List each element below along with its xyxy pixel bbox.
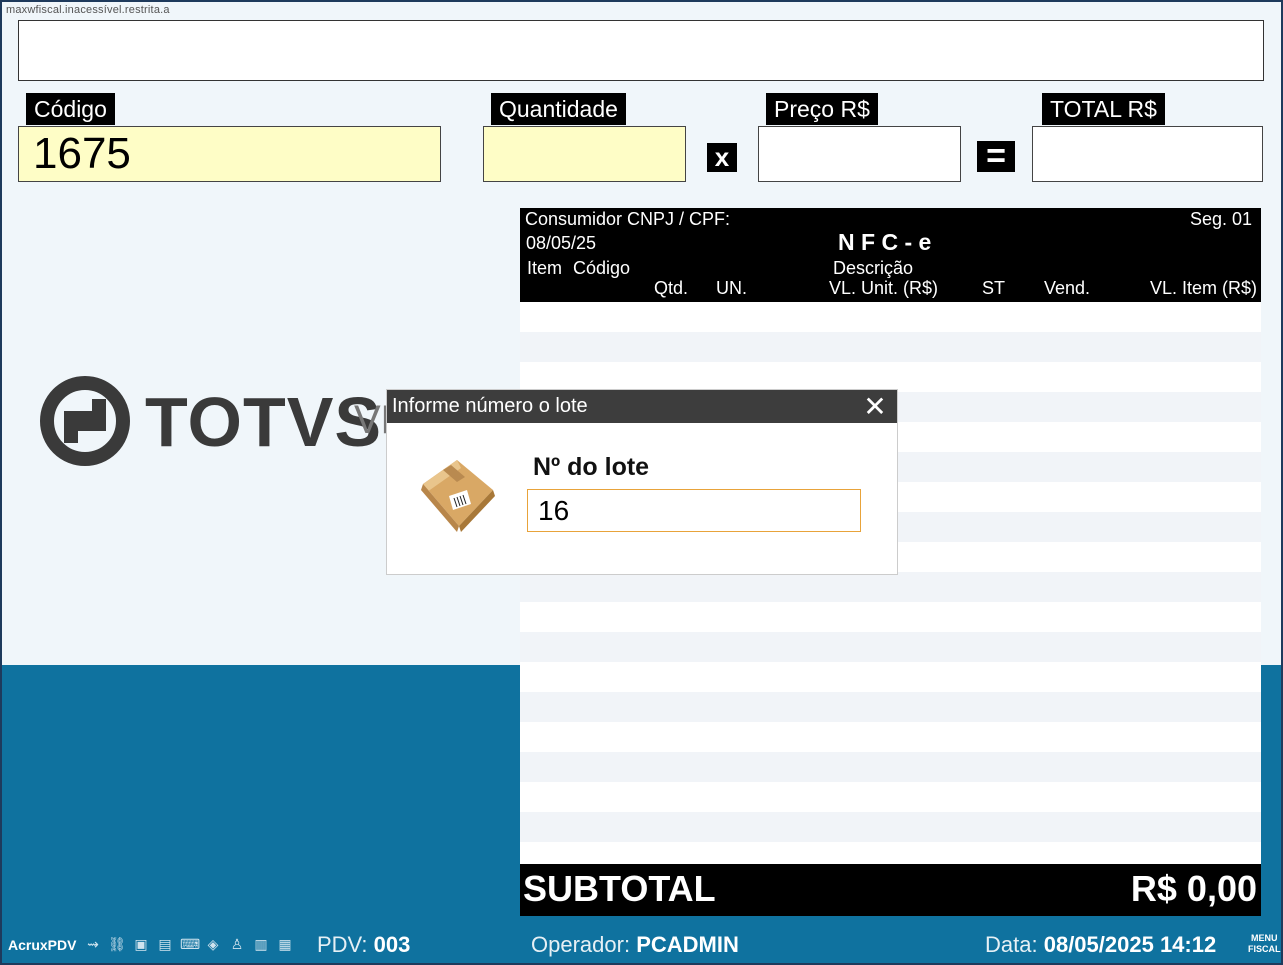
receipt-date: 08/05/25: [526, 233, 597, 253]
status-icons: ⇝ ⛓ ▣ ▤ ⌨ ◈ ♙ ▥ ▦: [84, 936, 294, 954]
col-item: Item: [527, 258, 563, 278]
receipt-rows: [520, 302, 1261, 872]
col-st: ST: [982, 278, 1006, 298]
receipt-row-stripe: [520, 302, 1261, 332]
total-field: [1032, 126, 1263, 182]
totvs-logo-text: TOTVS: [145, 383, 383, 461]
totvs-logo-icon: [40, 375, 130, 472]
receipt-row-stripe: [520, 662, 1261, 692]
col-vl-item: VL. Item (R$): [1149, 278, 1257, 298]
codigo-value: 1675: [33, 129, 131, 178]
subtotal-bar: SUBTOTAL R$ 0,00: [520, 864, 1261, 916]
pdv-info: PDV: 003: [317, 932, 410, 958]
col-un: UN.: [716, 278, 747, 298]
pdv-label: PDV:: [317, 932, 368, 957]
keyboard-icon: ⌨: [180, 936, 201, 952]
network-icon: ⛓: [108, 936, 126, 952]
multiply-icon: x: [707, 143, 737, 172]
close-icon[interactable]: ✕: [863, 390, 887, 423]
receipt-title: N F C - e: [838, 229, 932, 255]
subtotal-value: R$ 0,00: [1130, 868, 1257, 909]
equals-icon: =: [977, 139, 1015, 173]
menu-fiscal-line2: FISCAL: [1248, 944, 1281, 954]
barcode-icon: ▥: [254, 936, 268, 952]
data-label: Data:: [985, 932, 1038, 957]
operador-info: Operador: PCADMIN: [531, 932, 739, 958]
operador-label: Operador:: [531, 932, 631, 957]
receipt-row-stripe: [520, 752, 1261, 782]
usb-icon: ⇝: [87, 936, 99, 952]
data-info: Data: 08/05/2025 14:12: [985, 932, 1216, 958]
quantidade-field[interactable]: [483, 126, 686, 182]
subtotal-label: SUBTOTAL: [523, 868, 716, 909]
scale-icon: ◈: [207, 936, 219, 952]
lote-input[interactable]: [527, 489, 861, 532]
preco-field: [758, 126, 961, 182]
receipt-row-stripe: [520, 812, 1261, 842]
quantidade-label: Quantidade: [491, 93, 626, 125]
receipt-row-stripe: [520, 782, 1261, 812]
monitor-icon: ▣: [134, 936, 148, 952]
receipt-row-stripe: [520, 722, 1261, 752]
seg-label: Seg. 01: [1189, 209, 1252, 229]
preco-label: Preço R$: [766, 93, 878, 125]
menu-fiscal-button[interactable]: MENU FISCAL: [1248, 933, 1281, 955]
message-bar: [18, 20, 1264, 81]
dialog-title: Informe número o lote: [387, 390, 897, 423]
grid-icon: ▦: [278, 936, 292, 952]
app-name: AcruxPDV: [8, 937, 77, 953]
col-codigo: Código: [573, 258, 631, 278]
receipt-row-stripe: [520, 602, 1261, 632]
receipt-row-stripe: [520, 632, 1261, 662]
codigo-field[interactable]: 1675: [18, 126, 441, 182]
col-qtd: Qtd.: [654, 278, 689, 298]
operador-value: PCADMIN: [636, 932, 739, 957]
pdv-value: 003: [373, 932, 411, 957]
receipt-header: Consumidor CNPJ / CPF: Seg. 01 08/05/25 …: [520, 208, 1261, 302]
printer-icon: ▤: [158, 936, 172, 952]
receipt-row-stripe: [520, 362, 1261, 392]
menu-fiscal-line1: MENU: [1251, 933, 1278, 943]
receipt-row-stripe: [520, 692, 1261, 722]
lote-dialog: Informe número o lote ✕ Nº do lote: [387, 390, 897, 574]
status-bar: AcruxPDV ⇝ ⛓ ▣ ▤ ⌨ ◈ ♙ ▥ ▦ PDV: 003 Oper…: [0, 928, 1283, 965]
lote-label: Nº do lote: [533, 453, 650, 481]
col-vl-unit: VL. Unit. (R$): [829, 278, 939, 298]
col-vend: Vend.: [1044, 278, 1091, 298]
data-value: 08/05/2025 14:12: [1043, 932, 1217, 957]
window-caption: maxwfiscal.inacessível.restrita.a: [6, 4, 170, 16]
total-label: TOTAL R$: [1042, 93, 1165, 125]
consumidor-label: Consumidor CNPJ / CPF:: [525, 209, 731, 229]
receipt-row-stripe: [520, 572, 1261, 602]
user-icon: ♙: [230, 936, 244, 952]
receipt-row-stripe: [520, 332, 1261, 362]
col-descricao: Descrição: [833, 258, 914, 278]
codigo-label: Código: [26, 93, 115, 125]
package-icon: [417, 454, 497, 539]
